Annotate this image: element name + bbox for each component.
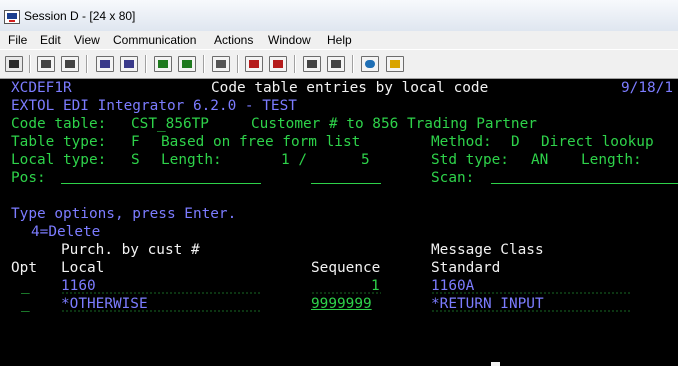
- sequence-column-header: Sequence: [311, 260, 381, 276]
- receive-file-icon[interactable]: [120, 56, 138, 72]
- screen-header-row: XCDEF1R Code table entries by local code…: [0, 79, 673, 97]
- column-header-row-1: Purch. by cust # Message Class: [0, 241, 544, 259]
- menu-bar: File Edit View Communication Actions Win…: [0, 31, 678, 49]
- program-name: XCDEF1R: [11, 80, 72, 96]
- table-type-label: Table type:: [11, 134, 107, 150]
- table-type-description: Based on free form list: [161, 134, 361, 150]
- play-macro-icon[interactable]: [303, 56, 321, 72]
- table-type-row: Table type: F Based on free form list Me…: [0, 133, 654, 151]
- local-type-value: S: [131, 152, 140, 168]
- table-type-value: F: [131, 134, 140, 150]
- macro-icon[interactable]: [212, 56, 230, 72]
- instructions-text: Type options, press Enter.: [11, 206, 237, 222]
- menu-communication[interactable]: Communication: [113, 33, 196, 47]
- row-option-input[interactable]: _: [21, 295, 30, 313]
- product-row: EXTOL EDI Integrator 6.2.0 - TEST: [0, 97, 297, 115]
- length-value: 1 /: [281, 152, 307, 168]
- instructions-row: Type options, press Enter.: [0, 205, 236, 223]
- display-keypad-icon[interactable]: [154, 56, 172, 72]
- customize-keyboard-icon[interactable]: [178, 56, 196, 72]
- toolbar-separator: [352, 55, 354, 73]
- method-value: D: [511, 134, 520, 150]
- pos-input[interactable]: [61, 182, 261, 184]
- sequence-field-underline: [311, 292, 381, 294]
- method-description: Direct lookup: [541, 134, 654, 150]
- message-class-header: Message Class: [431, 242, 544, 258]
- options-row: 4=Delete: [0, 223, 100, 241]
- toolbar-separator: [29, 55, 31, 73]
- code-table-value: CST_856TP: [131, 116, 209, 132]
- local-field-underline: [61, 292, 261, 294]
- toolbar-separator: [203, 55, 205, 73]
- pos-scan-row: Pos: Scan:: [0, 169, 474, 187]
- menu-file[interactable]: File: [8, 33, 27, 47]
- method-label: Method:: [431, 134, 492, 150]
- std-length-label: Length:: [581, 152, 642, 168]
- menu-view[interactable]: View: [74, 33, 100, 47]
- code-table-label: Code table:: [11, 116, 107, 132]
- scan-input[interactable]: [491, 182, 678, 184]
- code-table-row: Code table: CST_856TP Customer # to 856 …: [0, 115, 537, 133]
- toolbar-separator: [237, 55, 239, 73]
- row-option-input[interactable]: _: [21, 277, 30, 295]
- connect-globe-icon[interactable]: [361, 56, 379, 72]
- delete-option-hint: 4=Delete: [31, 224, 101, 240]
- window-title: Session D - [24 x 80]: [24, 9, 136, 23]
- paste-icon[interactable]: [61, 56, 79, 72]
- menu-edit[interactable]: Edit: [40, 33, 61, 47]
- row-sequence-value: 9999999: [311, 296, 372, 312]
- standard-field-underline: [431, 310, 631, 312]
- record-macro-icon[interactable]: [245, 56, 263, 72]
- local-type-label: Local type:: [11, 152, 107, 168]
- std-type-value: AN: [531, 152, 549, 168]
- standard-column-header: Standard: [431, 260, 501, 276]
- column-header-row-2: Opt Local Sequence Standard: [0, 259, 500, 277]
- terminal-screen[interactable]: XCDEF1R Code table entries by local code…: [0, 79, 678, 366]
- menu-window[interactable]: Window: [268, 33, 311, 47]
- purch-by-cust-header: Purch. by cust #: [61, 242, 200, 258]
- pos-label: Pos:: [11, 170, 46, 186]
- standard-field-underline: [431, 292, 631, 294]
- toolbar-separator: [86, 55, 88, 73]
- table-row: _ *OTHERWISE 9999999 *RETURN INPUT: [0, 295, 544, 313]
- product-name: EXTOL EDI Integrator 6.2.0 - TEST: [11, 98, 297, 114]
- screen-date: 9/18/1: [621, 80, 673, 96]
- table-row: _ 1160 1 1160A: [0, 277, 474, 295]
- text-cursor: [491, 362, 500, 366]
- send-file-icon[interactable]: [96, 56, 114, 72]
- screen-title: Code table entries by local code: [211, 80, 489, 96]
- pos-input-2[interactable]: [311, 182, 381, 184]
- local-column-header: Local: [61, 260, 105, 276]
- scan-label: Scan:: [431, 170, 475, 186]
- length-value-max: 5: [361, 152, 370, 168]
- disconnect-icon[interactable]: [386, 56, 404, 72]
- std-type-label: Std type:: [431, 152, 509, 168]
- toolbar-separator: [294, 55, 296, 73]
- menu-actions[interactable]: Actions: [214, 33, 253, 47]
- session-app-icon[interactable]: [4, 10, 20, 24]
- toolbar: [0, 49, 678, 79]
- local-type-row: Local type: S Length: 1 / 5 Std type: AN…: [0, 151, 642, 169]
- opt-column-header: Opt: [11, 260, 37, 276]
- code-table-description: Customer # to 856 Trading Partner: [251, 116, 537, 132]
- length-label: Length:: [161, 152, 222, 168]
- copy-icon[interactable]: [37, 56, 55, 72]
- print-screen-icon[interactable]: [5, 56, 23, 72]
- local-field-underline: [61, 310, 261, 312]
- stop-macro-icon[interactable]: [269, 56, 287, 72]
- menu-help[interactable]: Help: [327, 33, 352, 47]
- toolbar-separator: [145, 55, 147, 73]
- title-bar: Session D - [24 x 80]: [0, 0, 678, 32]
- run-macro-icon[interactable]: [327, 56, 345, 72]
